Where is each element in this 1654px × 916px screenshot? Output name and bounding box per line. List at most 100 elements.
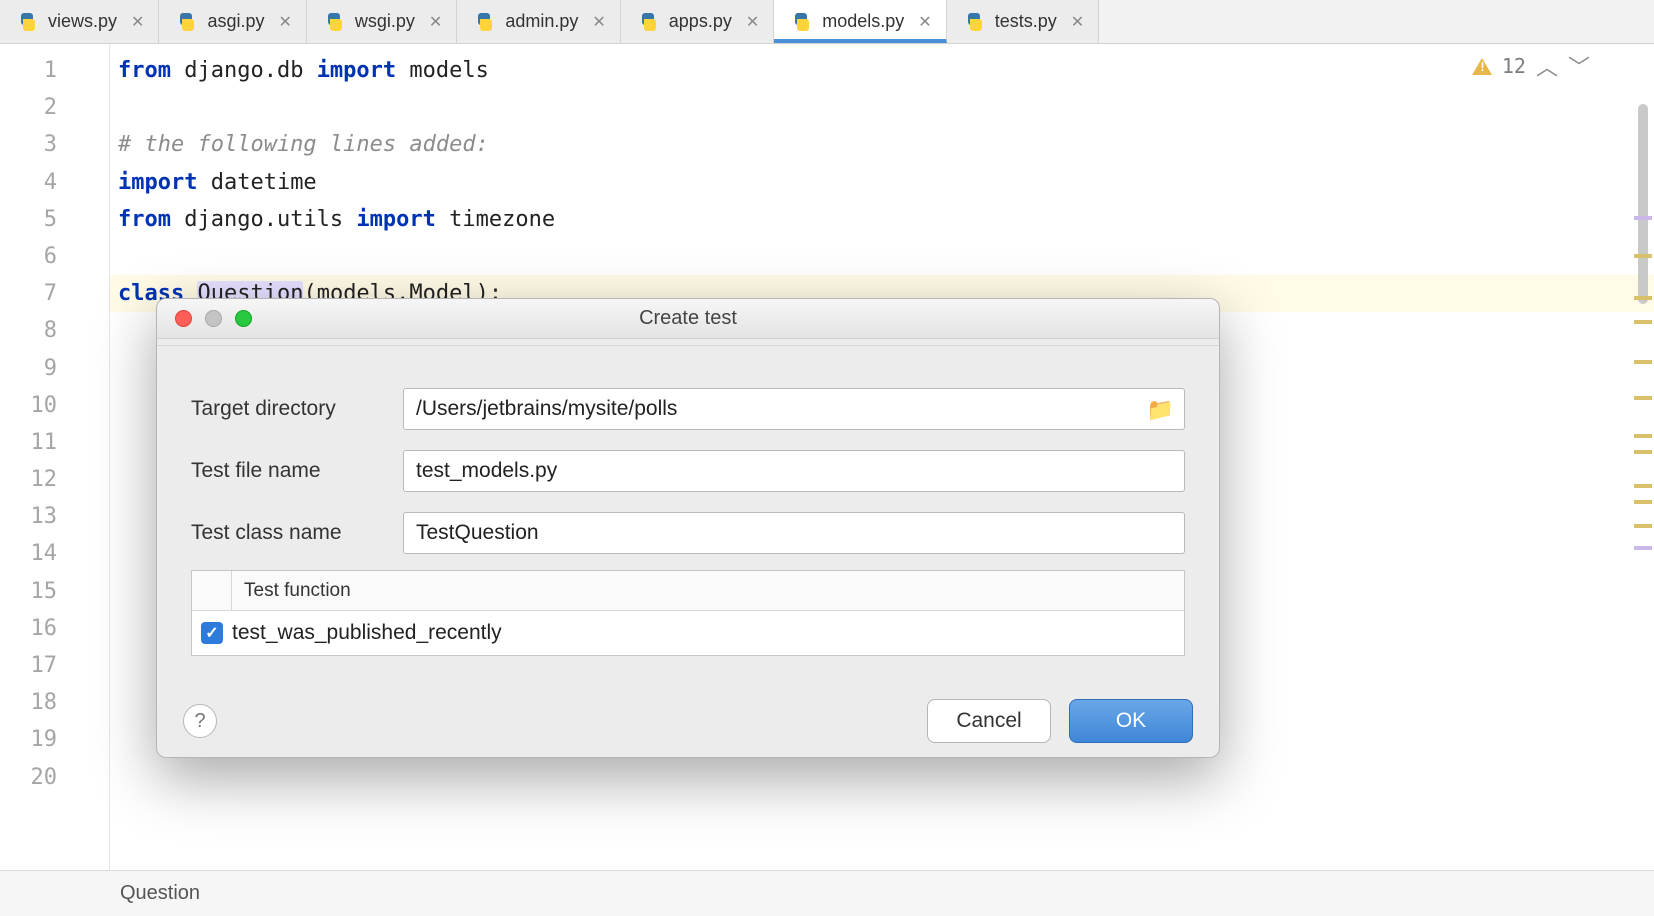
line-number: 17 [0,647,109,684]
checkbox-checked-icon[interactable]: ✓ [201,622,223,644]
line-number: 5 [0,201,109,238]
checkbox-column-header[interactable] [192,571,232,610]
target-directory-value: /Users/jetbrains/mysite/polls [416,397,677,421]
marker[interactable] [1634,450,1652,454]
cancel-button[interactable]: Cancel [927,699,1051,743]
test-class-name-field[interactable]: TestQuestion [403,512,1185,554]
ok-button[interactable]: OK [1069,699,1193,743]
code-line[interactable] [110,238,1654,275]
warning-count: 12 [1502,54,1526,78]
line-number: 3 [0,126,109,163]
marker[interactable] [1634,320,1652,324]
close-icon[interactable]: ✕ [429,12,442,32]
marker[interactable] [1634,396,1652,400]
prev-highlight-icon[interactable]: ︿ [1536,50,1558,82]
code-line[interactable]: # the following lines added: [110,126,1654,163]
gutter: 1 2 3 4 5 6 7 8 9 10 11 12 13 14 15 16 1… [0,44,110,870]
test-file-name-row: Test file name test_models.py [191,440,1185,502]
scrollbar-thumb[interactable] [1638,104,1648,304]
line-number: 11 [0,424,109,461]
tab-label: models.py [822,11,904,32]
tab-admin[interactable]: admin.py ✕ [457,0,620,43]
warning-icon [1472,58,1492,75]
dialog-footer: ? Cancel OK [157,685,1219,757]
test-class-name-value: TestQuestion [416,521,539,545]
tab-apps[interactable]: apps.py ✕ [621,0,774,43]
marker[interactable] [1634,254,1652,258]
line-number: 18 [0,684,109,721]
code-line[interactable]: import datetime [110,164,1654,201]
target-directory-row: Target directory /Users/jetbrains/mysite… [191,378,1185,440]
tab-views[interactable]: views.py ✕ [0,0,159,43]
line-number: 20 [0,759,109,796]
line-number: 10 [0,387,109,424]
test-class-name-label: Test class name [191,521,403,545]
line-number: 12 [0,461,109,498]
tab-label: asgi.py [207,11,264,32]
test-file-name-label: Test file name [191,459,403,483]
python-file-icon [639,12,659,32]
dialog-titlebar[interactable]: Create test [157,299,1219,339]
line-number: 1 [0,52,109,89]
help-button[interactable]: ? [183,704,217,738]
test-function-table: Test function ✓ test_was_published_recen… [191,570,1185,656]
marker-strip [1632,44,1654,870]
line-number: 7 [0,275,109,312]
code-line[interactable] [110,89,1654,126]
line-number: 9 [0,350,109,387]
code-line[interactable]: from django.db import models [110,52,1654,89]
dialog-body: Target directory /Users/jetbrains/mysite… [157,345,1219,685]
breadcrumb-bar: Question [0,870,1654,916]
marker[interactable] [1634,500,1652,504]
breadcrumb[interactable]: Question [120,882,200,905]
marker[interactable] [1634,434,1652,438]
folder-icon[interactable]: 📁 [1147,397,1174,423]
close-icon[interactable]: ✕ [918,12,931,32]
python-file-icon [965,12,985,32]
python-file-icon [792,12,812,32]
tab-label: apps.py [669,11,732,32]
tab-label: admin.py [505,11,578,32]
close-icon[interactable]: ✕ [131,12,144,32]
test-file-name-field[interactable]: test_models.py [403,450,1185,492]
python-file-icon [18,12,38,32]
tab-label: views.py [48,11,117,32]
close-icon[interactable]: ✕ [278,12,291,32]
tab-asgi[interactable]: asgi.py ✕ [159,0,306,43]
line-number: 4 [0,164,109,201]
function-column-header[interactable]: Test function [232,580,351,602]
line-number: 14 [0,535,109,572]
line-number: 8 [0,312,109,349]
line-number: 19 [0,721,109,758]
line-number: 15 [0,573,109,610]
target-directory-label: Target directory [191,397,403,421]
python-file-icon [475,12,495,32]
python-file-icon [177,12,197,32]
tab-label: wsgi.py [355,11,415,32]
next-highlight-icon[interactable]: ﹀ [1568,50,1590,82]
python-file-icon [325,12,345,32]
marker[interactable] [1634,216,1652,220]
line-number: 2 [0,89,109,126]
marker[interactable] [1634,296,1652,300]
close-icon[interactable]: ✕ [746,12,759,32]
test-file-name-value: test_models.py [416,459,557,483]
create-test-dialog: Create test Target directory /Users/jetb… [156,298,1220,758]
tab-wsgi[interactable]: wsgi.py ✕ [307,0,457,43]
marker[interactable] [1634,546,1652,550]
close-icon[interactable]: ✕ [1071,12,1084,32]
line-number: 6 [0,238,109,275]
tab-tests[interactable]: tests.py ✕ [947,0,1099,43]
close-icon[interactable]: ✕ [592,12,605,32]
checkbox-cell[interactable]: ✓ [192,622,232,644]
marker[interactable] [1634,524,1652,528]
function-name: test_was_published_recently [232,621,502,645]
tab-models[interactable]: models.py ✕ [774,0,946,43]
target-directory-field[interactable]: /Users/jetbrains/mysite/polls 📁 [403,388,1185,430]
marker[interactable] [1634,360,1652,364]
marker[interactable] [1634,484,1652,488]
table-row[interactable]: ✓ test_was_published_recently [192,611,1184,655]
code-line[interactable]: from django.utils import timezone [110,201,1654,238]
inspection-summary[interactable]: 12 ︿ ﹀ [1472,50,1590,82]
table-header: Test function [192,571,1184,611]
